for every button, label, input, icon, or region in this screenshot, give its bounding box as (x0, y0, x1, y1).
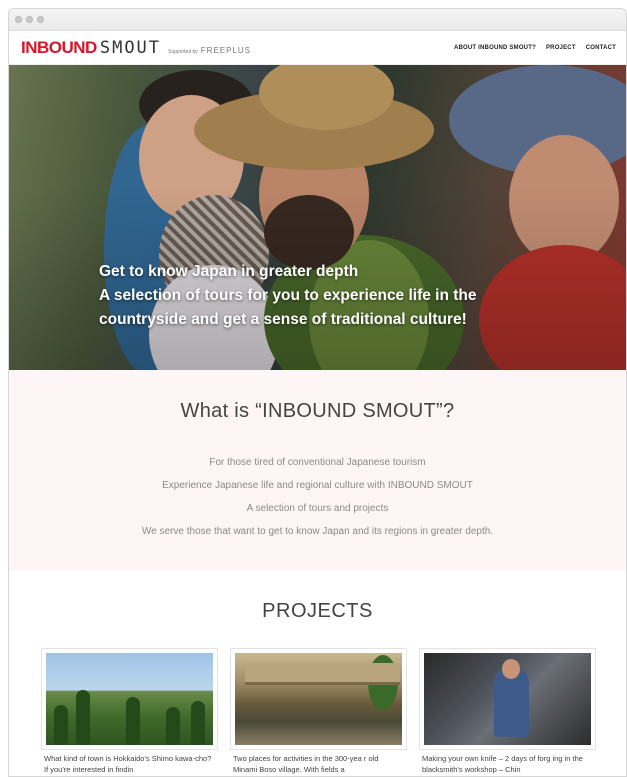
face-shape (502, 659, 520, 679)
about-section: What is “INBOUND SMOUT”? For those tired… (9, 370, 626, 570)
project-cards: What kind of town is Hokkaido's Shimo ka… (9, 649, 626, 775)
hero-headline: Get to know Japan in greater depth A sel… (99, 260, 619, 332)
hero-banner: Get to know Japan in greater depth A sel… (9, 65, 626, 370)
site-header: INBOUND SMOUT Supported by FREEPLUS ABOU… (9, 31, 626, 65)
tree-shape (76, 690, 90, 745)
tree-shape (166, 707, 180, 745)
nav-contact-link[interactable]: CONTACT (586, 45, 616, 51)
project-card-village[interactable]: Two places for activities in the 300-yea… (231, 649, 406, 775)
window-close-button[interactable] (15, 16, 22, 23)
logo-partner: FREEPLUS (200, 45, 252, 55)
roof-shape (245, 663, 400, 685)
about-line: We serve those that want to get to know … (141, 526, 494, 537)
project-image-hokkaido[interactable] (42, 649, 217, 749)
tree-shape (126, 697, 140, 745)
project-image-village[interactable] (231, 649, 406, 749)
hero-line-3: countryside and get a sense of tradition… (99, 311, 467, 328)
projects-title: PROJECTS (262, 600, 373, 622)
projects-section: PROJECTS What kind of town is Hokkaido's… (9, 570, 626, 775)
nav-project-link[interactable]: PROJECT (546, 45, 576, 51)
main-nav: ABOUT INBOUND SMOUT? PROJECT CONTACT (454, 45, 616, 51)
browser-window: INBOUND SMOUT Supported by FREEPLUS ABOU… (8, 8, 627, 777)
logo-supported-by: Supported by (168, 48, 198, 55)
hero-line-1: Get to know Japan in greater depth (99, 263, 359, 280)
project-image-blacksmith[interactable] (420, 649, 595, 749)
project-card-text[interactable]: Two places for activities in the 300-yea… (231, 753, 406, 775)
nav-about-link[interactable]: ABOUT INBOUND SMOUT? (454, 45, 536, 51)
hero-line-2: A selection of tours for you to experien… (99, 287, 477, 304)
tree-shape (54, 705, 68, 745)
tree-shape (191, 701, 205, 745)
window-zoom-button[interactable] (37, 16, 44, 23)
about-line: Experience Japanese life and regional cu… (162, 480, 473, 491)
logo-name: SMOUT (99, 37, 162, 58)
window-titlebar (9, 9, 626, 31)
project-card-text[interactable]: Making your own knife – 2 days of forg i… (420, 753, 595, 775)
site-logo[interactable]: INBOUND SMOUT Supported by FREEPLUS (21, 38, 251, 58)
project-card-blacksmith[interactable]: Making your own knife – 2 days of forg i… (420, 649, 595, 775)
logo-brand: INBOUND (21, 37, 97, 57)
window-minimize-button[interactable] (26, 16, 33, 23)
project-card-text[interactable]: What kind of town is Hokkaido's Shimo ka… (42, 753, 217, 775)
project-card-hokkaido[interactable]: What kind of town is Hokkaido's Shimo ka… (42, 649, 217, 775)
about-line: A selection of tours and projects (246, 503, 389, 514)
about-line: For those tired of conventional Japanese… (209, 457, 426, 468)
about-title: What is “INBOUND SMOUT”? (180, 400, 455, 422)
